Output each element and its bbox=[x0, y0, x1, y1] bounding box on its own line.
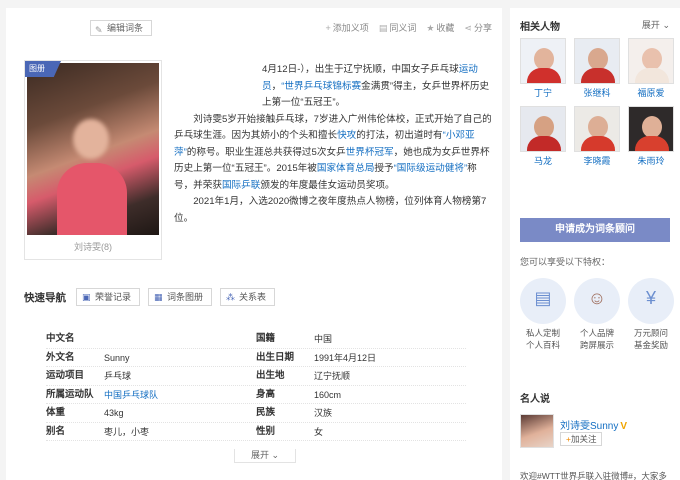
privilege-item[interactable]: ☺ 个人品牌 跨屏展示 bbox=[572, 278, 622, 351]
money-icon: ¥ bbox=[628, 278, 674, 324]
link-sports-admin[interactable]: 国家体育总局 bbox=[317, 163, 375, 174]
link-fast-attack[interactable]: 快攻 bbox=[337, 130, 356, 141]
info-row: 别名 枣儿，小枣 性别女 bbox=[46, 423, 466, 441]
weibo-post-text[interactable]: 欢迎#WTT世界乒联入驻微博#，大家多 bbox=[520, 470, 678, 480]
link-wttc[interactable]: “世界乒乓球锦标赛 bbox=[281, 81, 361, 92]
chevron-down-icon: ⌄ bbox=[662, 20, 670, 30]
relation-icon: ⁂ bbox=[226, 292, 236, 302]
star-icon: ★ bbox=[426, 23, 435, 33]
add-meaning-button[interactable]: + 添加义项 bbox=[326, 21, 369, 34]
weibo-user-link[interactable]: 刘诗雯Sunny V bbox=[560, 417, 627, 432]
related-person[interactable]: 朱雨玲 bbox=[628, 106, 674, 168]
info-row: 所属运动队 中国乒乓球队 身高 160cm bbox=[46, 386, 466, 404]
plus-icon: + bbox=[325, 23, 331, 33]
trophy-icon: ▣ bbox=[82, 292, 91, 302]
document-icon: ▤ bbox=[378, 23, 388, 33]
avatar[interactable] bbox=[520, 38, 566, 84]
photo-face bbox=[73, 119, 109, 159]
privilege-title: 您可以享受以下特权： bbox=[520, 257, 611, 267]
apply-advisor-button[interactable]: 申请成为词条顾问 bbox=[520, 218, 670, 242]
id-card-icon: ▤ bbox=[520, 278, 566, 324]
chevron-down-icon: ⌄ bbox=[271, 450, 280, 460]
photo-album[interactable]: 图册 刘诗雯(8) bbox=[24, 60, 162, 260]
privilege-list: ▤ 私人定制 个人百科 ☺ 个人品牌 跨屏展示 ¥ 万元顾问 基金奖励 bbox=[518, 278, 676, 351]
avatar[interactable] bbox=[574, 38, 620, 84]
share-button[interactable]: ⋖ 分享 bbox=[464, 21, 492, 34]
relation-table-button[interactable]: ⁂ 关系表 bbox=[220, 288, 276, 306]
avatar[interactable] bbox=[520, 106, 566, 152]
edit-entry-label: 编辑词条 bbox=[107, 23, 144, 33]
related-person[interactable]: 李晓霞 bbox=[574, 106, 620, 168]
related-person[interactable]: 马龙 bbox=[520, 106, 566, 168]
album-caption[interactable]: 刘诗雯(8) bbox=[25, 240, 161, 253]
verified-icon: V bbox=[620, 421, 628, 432]
privilege-item[interactable]: ▤ 私人定制 个人百科 bbox=[518, 278, 568, 351]
avatar[interactable] bbox=[628, 106, 674, 152]
info-row: 外文名 Sunny 出生日期 1991年4月12日 bbox=[46, 349, 466, 367]
celebrity-says-title: 名人说 bbox=[520, 394, 550, 405]
synonym-button[interactable]: ▤ 同义词 bbox=[379, 21, 417, 34]
info-row: 中文名 国籍 中国 bbox=[46, 330, 466, 349]
sidebar: 相关人物 展开 ⌄ 丁宁 张继科 福原爱 马龙 李晓霞 朱雨玲 申请成为词条顾问… bbox=[510, 8, 680, 480]
pencil-icon: ✎ bbox=[95, 25, 103, 35]
quick-nav: 快速导航 ▣ 荣誉记录 ▦ 词条图册 ⁂ 关系表 bbox=[24, 288, 494, 306]
honor-record-button[interactable]: ▣ 荣誉记录 bbox=[76, 288, 141, 306]
person-brand-icon: ☺ bbox=[574, 278, 620, 324]
image-icon: ▦ bbox=[154, 292, 163, 302]
entry-summary: 4月12日-），出生于辽宁抚顺，中国女子乒乓球运动员，“世界乒乓球锦标赛金满贯”… bbox=[174, 64, 492, 224]
share-icon: ⋖ bbox=[464, 23, 472, 33]
info-row: 体重 43kg 民族 汉族 bbox=[46, 404, 466, 423]
expand-info-button[interactable]: 展开 ⌄ bbox=[234, 449, 296, 463]
edit-entry-button[interactable]: ✎ 编辑词条 bbox=[90, 20, 153, 36]
avatar[interactable] bbox=[628, 38, 674, 84]
related-person[interactable]: 福原爱 bbox=[628, 38, 674, 100]
avatar[interactable] bbox=[574, 106, 620, 152]
entry-album-button[interactable]: ▦ 词条图册 bbox=[148, 288, 213, 306]
related-people-expand[interactable]: 展开 ⌄ bbox=[642, 18, 670, 31]
link-national-team[interactable]: 中国乒乓球队 bbox=[104, 386, 256, 404]
album-photo[interactable] bbox=[27, 63, 159, 235]
follow-button[interactable]: +加关注 bbox=[560, 432, 603, 446]
related-person[interactable]: 张继科 bbox=[574, 38, 620, 100]
favorite-button[interactable]: ★ 收藏 bbox=[426, 21, 454, 34]
quick-nav-title: 快速导航 bbox=[24, 291, 66, 304]
entry-actions: + 添加义项 ▤ 同义词 ★ 收藏 ⋖ 分享 bbox=[326, 21, 492, 34]
main-panel: ✎ 编辑词条 + 添加义项 ▤ 同义词 ★ 收藏 ⋖ 分享 图册 刘诗雯(8) 4月12… bbox=[6, 8, 502, 480]
related-person[interactable]: 丁宁 bbox=[520, 38, 566, 100]
basic-info-table: 中文名 国籍 中国 外文名 Sunny 出生日期 1991年4月12日 运动项目 乒乓球… bbox=[46, 330, 466, 441]
related-people-title: 相关人物 bbox=[520, 22, 560, 33]
link-ittf[interactable]: 国际乒联 bbox=[222, 180, 260, 191]
link-master-sport[interactable]: “国际级运动健将” bbox=[394, 163, 468, 174]
info-row: 运动项目 乒乓球 出生地 辽宁抚顺 bbox=[46, 367, 466, 386]
photo-shirt bbox=[57, 163, 127, 235]
privilege-item[interactable]: ¥ 万元顾问 基金奖励 bbox=[626, 278, 676, 351]
avatar[interactable] bbox=[520, 414, 554, 448]
link-world-cup[interactable]: 世界杯冠军 bbox=[346, 147, 394, 158]
related-people-grid: 丁宁 张继科 福原爱 马龙 李晓霞 朱雨玲 bbox=[520, 38, 676, 168]
